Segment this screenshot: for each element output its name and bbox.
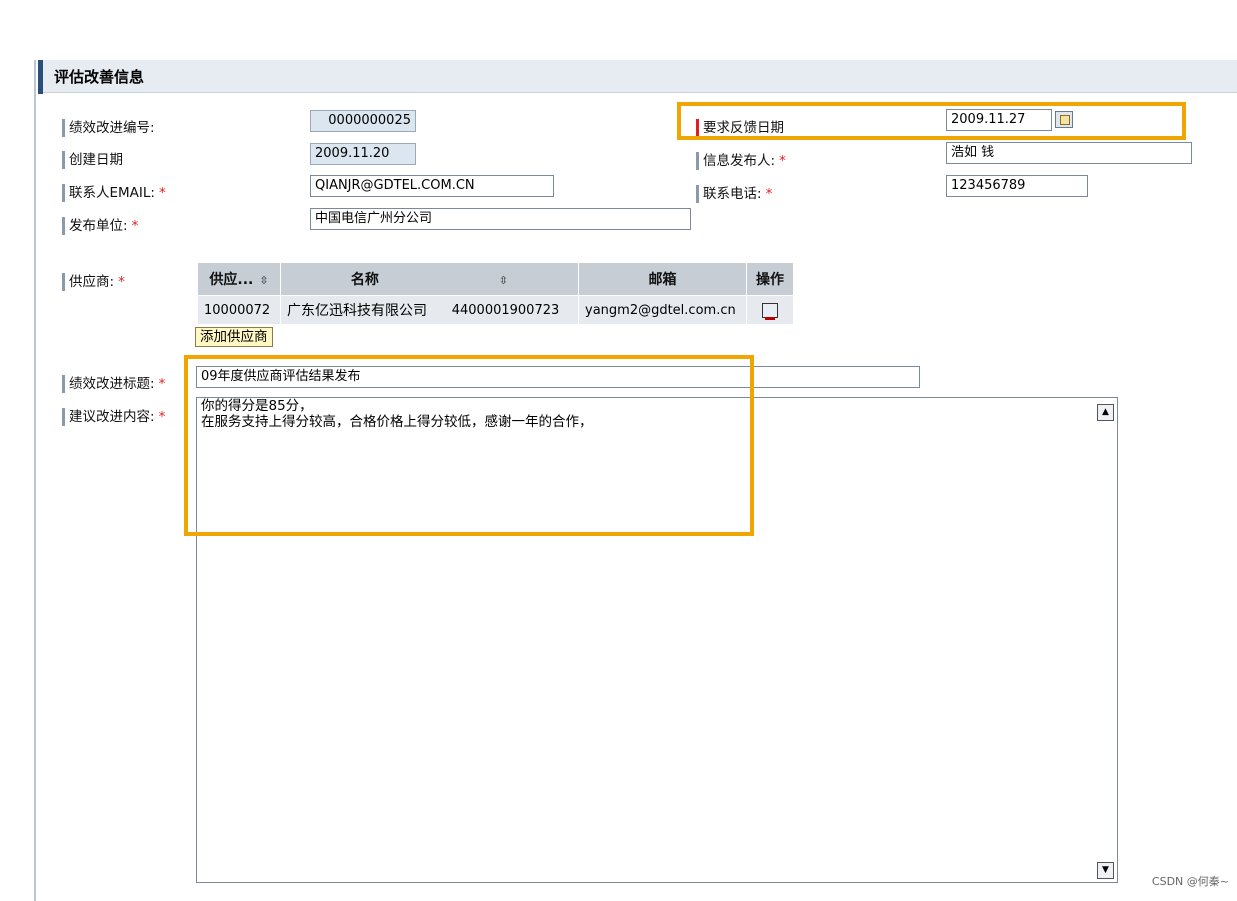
supplier-email-cell: yangm2@gdtel.com.cn	[578, 295, 747, 325]
calendar-icon[interactable]	[1055, 111, 1073, 128]
col-header-email: 邮箱	[578, 262, 747, 296]
create-date-field: 2009.11.20	[310, 143, 416, 165]
improve-title-field[interactable]: 09年度供应商评估结果发布	[196, 366, 920, 388]
label-suggest-content: 建议改进内容: *	[62, 405, 165, 426]
publisher-field[interactable]: 浩如 钱	[946, 142, 1192, 164]
label-feedback-date: 要求反馈日期	[696, 116, 784, 137]
scroll-down-button[interactable]: ▼	[1097, 862, 1114, 879]
sort-icon: ⇳	[498, 274, 509, 287]
label-phone: 联系电话: *	[696, 182, 772, 203]
col-header-id[interactable]: 供应... ⇳	[197, 262, 281, 296]
supplier-id-cell: 10000072	[197, 295, 281, 325]
supplier-table: 供应... ⇳ 名称 ⇳ 邮箱 操作 10000072 广东亿迅科技有限公司 440…	[197, 262, 794, 325]
panel-left-border	[34, 60, 36, 901]
textarea-scrollbar[interactable]: ▲ ▼	[1093, 398, 1117, 882]
suggest-content-textarea[interactable]: 你的得分是85分， 在服务支持上得分较高，合格价格上得分较低，感谢一年的合作， …	[196, 397, 1118, 883]
label-publish-unit: 发布单位: *	[62, 214, 138, 235]
col-header-action: 操作	[746, 262, 794, 296]
supplier-code-cell: 4400001900723	[449, 295, 579, 325]
delete-row-icon[interactable]	[762, 302, 778, 320]
section-header	[38, 60, 1237, 93]
supplier-action-cell	[746, 295, 794, 325]
label-improve-title: 绩效改进标题: *	[62, 372, 165, 393]
col-header-name[interactable]: 名称 ⇳	[280, 262, 579, 296]
content-line-1: 你的得分是85分，	[201, 398, 313, 414]
publish-unit-field[interactable]: 中国电信广州分公司	[310, 208, 691, 230]
section-title: 评估改善信息	[54, 68, 145, 86]
label-improve-no: 绩效改进编号:	[62, 116, 155, 137]
sort-icon: ⇳	[259, 274, 269, 287]
label-supplier: 供应商: *	[62, 270, 125, 291]
supplier-name-cell: 广东亿迅科技有限公司	[279, 295, 450, 325]
label-contact-email: 联系人EMAIL: *	[62, 181, 166, 202]
scroll-up-button[interactable]: ▲	[1097, 404, 1114, 421]
header-accent-bar	[38, 60, 43, 94]
watermark: CSDN @何秦~	[1151, 875, 1229, 888]
improve-no-field: 0000000025	[310, 110, 416, 132]
contact-email-field[interactable]: QIANJR@GDTEL.COM.CN	[310, 175, 554, 197]
feedback-date-field[interactable]: 2009.11.27	[946, 109, 1052, 131]
phone-field[interactable]: 123456789	[946, 175, 1088, 197]
table-row: 10000072 广东亿迅科技有限公司 4400001900723 yangm2…	[197, 295, 794, 325]
add-supplier-button[interactable]: 添加供应商	[195, 327, 273, 347]
label-publisher: 信息发布人: *	[696, 149, 786, 170]
label-create-date: 创建日期	[62, 148, 123, 169]
content-line-2: 在服务支持上得分较高，合格价格上得分较低，感谢一年的合作，	[201, 414, 593, 430]
